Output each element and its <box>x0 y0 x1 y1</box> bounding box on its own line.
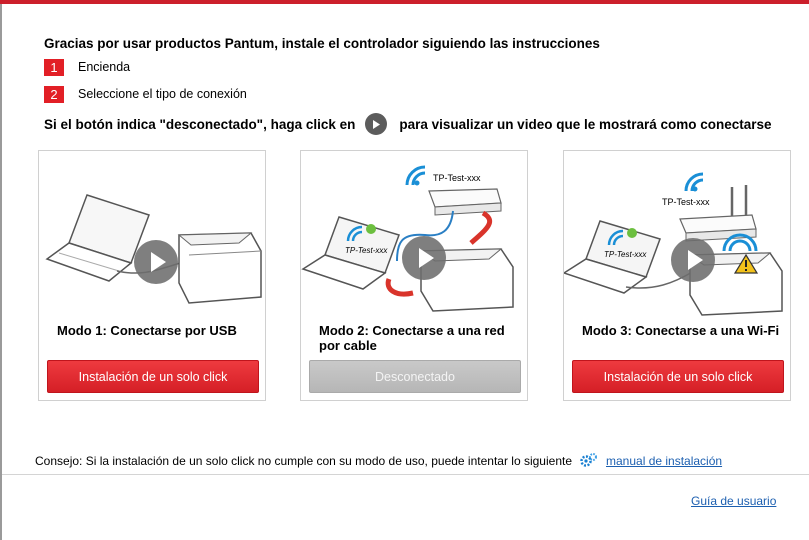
usb-connection-illustration <box>45 194 262 304</box>
step-number-badge: 2 <box>44 85 64 103</box>
step-number-badge: 1 <box>44 58 64 76</box>
one-click-install-button[interactable]: Instalación de un solo click <box>572 360 784 393</box>
wifi-icon <box>684 172 704 192</box>
laptop-label: TP-Test-xxx <box>604 250 647 259</box>
card-wifi: TP-Test-xxx TP-Test-xxx Modo 3: Conectar… <box>563 150 791 401</box>
wifi-icon <box>405 165 426 186</box>
hint-text-after: para visualizar un video que le mostrará… <box>399 116 772 132</box>
wifi-connection-illustration: TP-Test-xxx TP-Test-xxx <box>564 172 783 316</box>
card-wired-network: TP-Test-xxx TP-Test-xxx Modo 2: Conectar… <box>300 150 528 401</box>
tip-text: Consejo: Si la instalación de un solo cl… <box>35 454 572 468</box>
mode-label: Modo 3: Conectarse a una Wi-Fi <box>582 323 780 338</box>
laptop-label: TP-Test-xxx <box>345 246 388 255</box>
step-2: 2 Seleccione el tipo de conexión <box>44 85 247 103</box>
check-icon <box>627 228 637 238</box>
router-label: TP-Test-xxx <box>433 173 481 183</box>
top-accent-bar <box>0 0 809 4</box>
mode-label: Modo 2: Conectarse a una red por cable <box>319 323 505 353</box>
window-left-border <box>0 4 2 540</box>
tip-line: Consejo: Si la instalación de un solo cl… <box>35 452 722 470</box>
play-icon[interactable] <box>401 235 447 281</box>
step-text: Seleccione el tipo de conexión <box>78 87 247 101</box>
check-icon <box>366 224 376 234</box>
manual-link[interactable]: manual de instalación <box>606 454 722 468</box>
play-icon <box>365 113 388 135</box>
one-click-install-button[interactable]: Instalación de un solo click <box>47 360 259 393</box>
router-label: TP-Test-xxx <box>662 197 710 207</box>
play-icon[interactable] <box>670 237 716 283</box>
user-guide-link[interactable]: Guía de usuario <box>691 494 776 508</box>
step-text: Encienda <box>78 60 131 74</box>
disconnected-button: Desconectado <box>309 360 521 393</box>
mode-label: Modo 1: Conectarse por USB <box>57 323 237 338</box>
page-title: Gracias por usar productos Pantum, insta… <box>44 36 600 51</box>
card-usb: Modo 1: Conectarse por USB Instalación d… <box>38 150 266 401</box>
gears-icon <box>580 452 598 471</box>
hint-text-before: Si el botón indica "desconectado", haga … <box>44 116 356 132</box>
step-1: 1 Encienda <box>44 58 130 76</box>
video-hint: Si el botón indica "desconectado", haga … <box>44 113 772 135</box>
footer-divider <box>2 474 809 475</box>
play-icon[interactable] <box>133 239 179 285</box>
